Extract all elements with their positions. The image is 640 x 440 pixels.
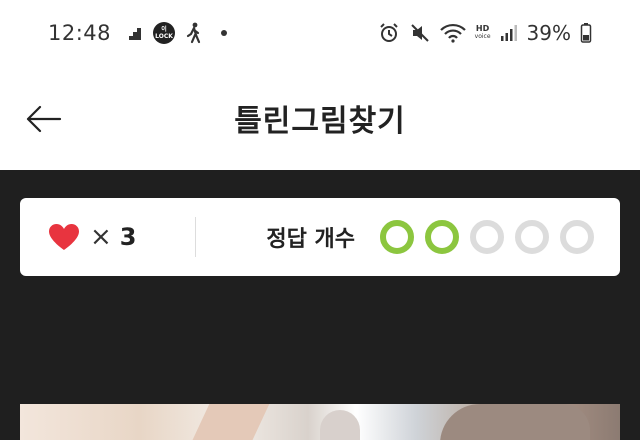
lives-count: 3 bbox=[119, 223, 137, 251]
answer-pending-circle bbox=[560, 220, 594, 254]
page-title: 틀린그림찾기 bbox=[234, 104, 406, 139]
alarm-icon bbox=[378, 22, 400, 44]
status-right-icons: HD voice 39% bbox=[378, 21, 592, 45]
notification-dot bbox=[221, 30, 228, 36]
picture-detail bbox=[440, 404, 590, 440]
picture-detail bbox=[320, 410, 360, 440]
lives-counter: × 3 bbox=[48, 222, 137, 252]
mute-icon bbox=[409, 22, 431, 44]
game-picture[interactable] bbox=[20, 404, 620, 440]
game-info-card: × 3 정답 개수 bbox=[20, 198, 620, 276]
hd-bottom: voice bbox=[474, 33, 491, 40]
answers-label: 정답 개수 bbox=[266, 227, 355, 252]
battery-percent: 39% bbox=[526, 21, 571, 45]
game-area: × 3 정답 개수 bbox=[0, 170, 640, 440]
lives-times-sign: × bbox=[90, 222, 112, 252]
heart-icon bbox=[48, 223, 80, 251]
divider bbox=[194, 217, 196, 257]
battery-icon bbox=[580, 22, 592, 44]
steps-icon bbox=[123, 24, 143, 42]
olock-icon: 이 LOCK bbox=[153, 22, 176, 44]
answer-found-circle bbox=[380, 220, 414, 254]
olock-bottom: LOCK bbox=[155, 33, 173, 40]
hd-top: HD bbox=[475, 24, 490, 33]
back-arrow-icon[interactable] bbox=[24, 104, 62, 134]
signal-icon bbox=[500, 24, 518, 42]
answer-pending-circle bbox=[515, 220, 549, 254]
app-header: 틀린그림찾기 bbox=[0, 66, 640, 170]
olock-top: 이 bbox=[161, 26, 167, 33]
status-left-icons: 이 LOCK bbox=[123, 22, 228, 44]
wifi-icon bbox=[439, 22, 466, 44]
hd-voice-icon: HD voice bbox=[475, 25, 491, 41]
status-time: 12:48 bbox=[48, 21, 112, 45]
picture-detail bbox=[190, 404, 270, 440]
answer-found-circle bbox=[425, 220, 459, 254]
status-bar: 12:48 이 LOCK HD voice 39% bbox=[0, 0, 640, 66]
answer-pending-circle bbox=[470, 220, 504, 254]
answers-progress: 정답 개수 bbox=[266, 220, 594, 254]
walk-icon bbox=[185, 22, 203, 44]
